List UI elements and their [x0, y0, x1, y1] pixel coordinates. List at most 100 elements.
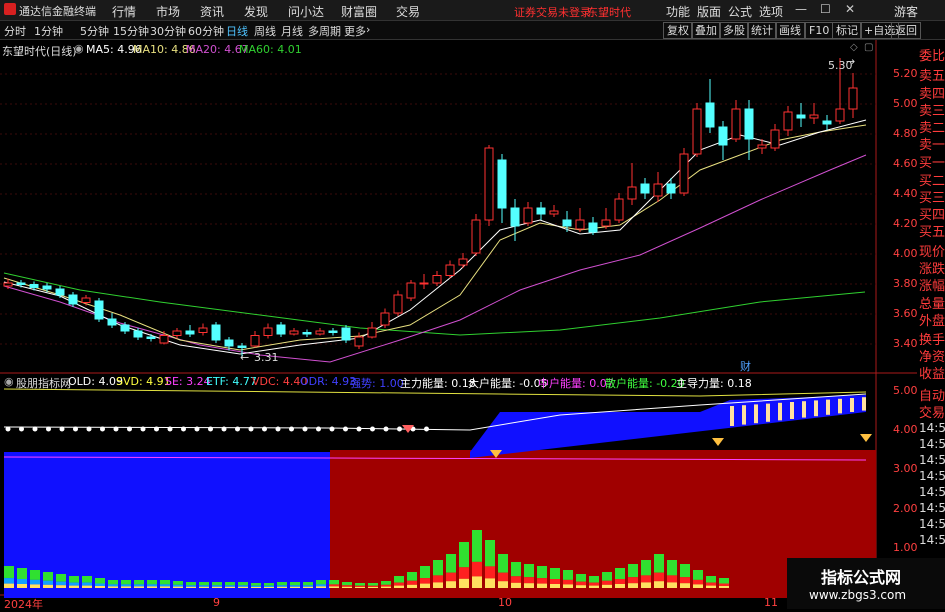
period-tab-1min[interactable]: 1分钟 [34, 23, 63, 39]
candlestick [718, 126, 728, 146]
signal-dot [194, 426, 200, 432]
candlestick [81, 297, 91, 303]
period-tab-more[interactable]: 更多 [344, 23, 366, 39]
f10-button[interactable]: F10 [805, 22, 834, 39]
period-tab-monthly[interactable]: 月线 [281, 23, 303, 39]
candlestick [601, 219, 611, 227]
menu-wenxiaoda[interactable]: 问小达 [288, 3, 324, 20]
signal-dot [343, 426, 348, 432]
guest-user[interactable]: 游客 [894, 3, 918, 20]
login-status[interactable]: 证券交易未登录 [514, 4, 591, 20]
menu-gongneng[interactable]: 功能 [666, 3, 690, 20]
trade-label[interactable]: 交易 [919, 402, 945, 421]
mid-energy-bar [134, 586, 144, 588]
menu-gongshi[interactable]: 公式 [728, 3, 752, 20]
order-ratio-label: 委比 [919, 49, 945, 64]
restore-icon[interactable]: ☐ [820, 2, 831, 16]
signal-bar [862, 397, 866, 411]
retail-energy-bar [433, 560, 443, 576]
retail-energy-bar [173, 581, 183, 585]
period-tab-15min[interactable]: 15分钟 [113, 23, 149, 39]
draw-line-button[interactable]: 画线 [775, 22, 805, 39]
signal-bar [850, 398, 854, 412]
period-tab-5min[interactable]: 5分钟 [80, 23, 109, 39]
period-tab-multi[interactable]: 多周期 [308, 23, 341, 39]
ma10-line [3, 124, 867, 351]
legend-toggle-icon[interactable]: ◉ [74, 42, 84, 55]
indicator-toggle-icon[interactable]: ◉ [4, 375, 14, 388]
main-energy-bar [602, 580, 612, 585]
mid-energy-bar [30, 584, 40, 588]
candlestick [575, 219, 585, 230]
period-tab-30min[interactable]: 30分钟 [150, 23, 186, 39]
candlestick [536, 207, 546, 215]
candlestick [367, 327, 377, 338]
diamond-icon[interactable]: ◇ [850, 42, 858, 53]
period-tab-weekly[interactable]: 周线 [254, 23, 276, 39]
mid-energy-bar [628, 583, 638, 588]
candlestick [471, 219, 481, 254]
period-tab-daily[interactable]: 日线 [226, 23, 248, 39]
retail-energy-bar [472, 530, 482, 562]
retail-energy-bar [160, 580, 170, 585]
signal-dot [73, 426, 78, 432]
mid-energy-bar [147, 586, 157, 588]
retail-energy-bar [459, 542, 469, 568]
menu-caifuquan[interactable]: 财富圈 [341, 3, 377, 20]
mid-energy-bar [277, 586, 287, 588]
ind-tick: 1.00 [893, 541, 918, 554]
menu-banmian[interactable]: 版面 [697, 3, 721, 20]
expand-icon[interactable]: ▢ [864, 42, 873, 53]
candlestick [354, 336, 364, 347]
menu-xuanxiang[interactable]: 选项 [759, 3, 783, 20]
retail-energy-bar [147, 580, 157, 585]
menu-shichang[interactable]: 市场 [156, 3, 180, 20]
kline-chart[interactable] [0, 40, 917, 609]
retail-energy-bar [589, 576, 599, 583]
retail-energy-bar [511, 562, 521, 577]
main-energy-bar [524, 577, 534, 584]
main-energy-bar [576, 581, 586, 586]
minimize-icon[interactable]: — [795, 2, 807, 16]
menu-hangqing[interactable]: 行情 [112, 3, 136, 20]
low-price-label: 3.31 [254, 351, 279, 364]
bid1-label: 买一 [919, 156, 945, 171]
chevron-right-icon[interactable]: › [366, 23, 370, 36]
main-energy-bar [693, 579, 703, 585]
ind-svd: SVD: 4.91 [116, 375, 171, 388]
main-energy-bar [511, 576, 521, 583]
stats-button[interactable]: 统计 [747, 22, 777, 39]
retail-energy-bar [342, 582, 352, 586]
retail-energy-bar [693, 570, 703, 580]
retail-energy-bar [4, 566, 14, 579]
main-energy-bar [316, 584, 326, 587]
watermark-badge: 指标公式网 www.zbgs3.com [787, 558, 945, 609]
main-energy-bar [615, 579, 625, 584]
title-bar: 通达信金融终端 行情 市场 资讯 发现 问小达 财富圈 交易 证券交易未登录 东… [0, 0, 945, 21]
back-button[interactable]: 返回 [891, 22, 921, 39]
mid-energy-bar [186, 586, 196, 588]
signal-bar [802, 401, 806, 418]
fuquan-button[interactable]: 复权 [663, 22, 693, 39]
retail-energy-bar [17, 568, 27, 579]
candlestick [497, 159, 507, 209]
period-tab-fenshi[interactable]: 分时 [4, 23, 26, 39]
ind-tick: 4.00 [893, 423, 918, 436]
main-energy-bar [186, 585, 196, 587]
period-tab-60min[interactable]: 60分钟 [188, 23, 224, 39]
multi-stock-button[interactable]: 多股 [719, 22, 749, 39]
mark-button[interactable]: 标记 [832, 22, 862, 39]
main-energy-bar [628, 577, 638, 584]
overlay-button[interactable]: 叠加 [691, 22, 721, 39]
menu-jiaoyi[interactable]: 交易 [396, 3, 420, 20]
main-energy-bar [121, 584, 131, 587]
menu-zixun[interactable]: 资讯 [200, 3, 224, 20]
main-energy-bar [420, 578, 430, 584]
tick-time: 14:56 [919, 501, 945, 515]
date-label: 11 [764, 596, 778, 609]
close-icon[interactable]: ✕ [845, 2, 855, 16]
menu-faxian[interactable]: 发现 [244, 3, 268, 20]
mid-energy-bar [43, 584, 53, 588]
ind-tick: 3.00 [893, 462, 918, 475]
finance-marker[interactable]: 财 [740, 358, 751, 374]
